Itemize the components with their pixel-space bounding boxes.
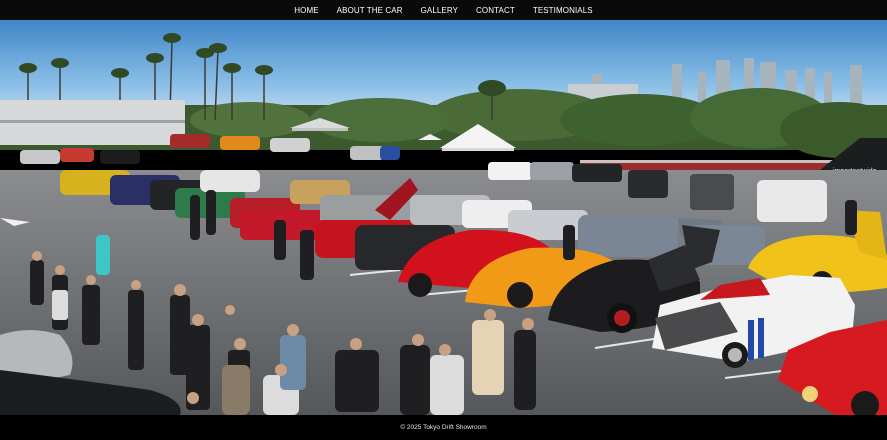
parking-structure <box>0 100 185 145</box>
nav-testimonials-link[interactable]: TESTIMONIALS <box>524 6 602 15</box>
nav-about-link[interactable]: ABOUT THE CAR <box>328 6 412 15</box>
nav-gallery-link[interactable]: GALLERY <box>412 6 467 15</box>
page-footer: © 2025 Tokyo Drift Showroom <box>0 415 887 440</box>
nav-contact-link[interactable]: CONTACT <box>467 6 524 15</box>
nav-home-link[interactable]: HOME <box>285 6 327 15</box>
top-navigation: HOME ABOUT THE CAR GALLERY CONTACT TESTI… <box>0 0 887 20</box>
page: HOME ABOUT THE CAR GALLERY CONTACT TESTI… <box>0 0 887 440</box>
hero-car-meet-photo: importantwide <box>0 20 887 415</box>
footer-copyright: © 2025 Tokyo Drift Showroom <box>400 424 487 431</box>
